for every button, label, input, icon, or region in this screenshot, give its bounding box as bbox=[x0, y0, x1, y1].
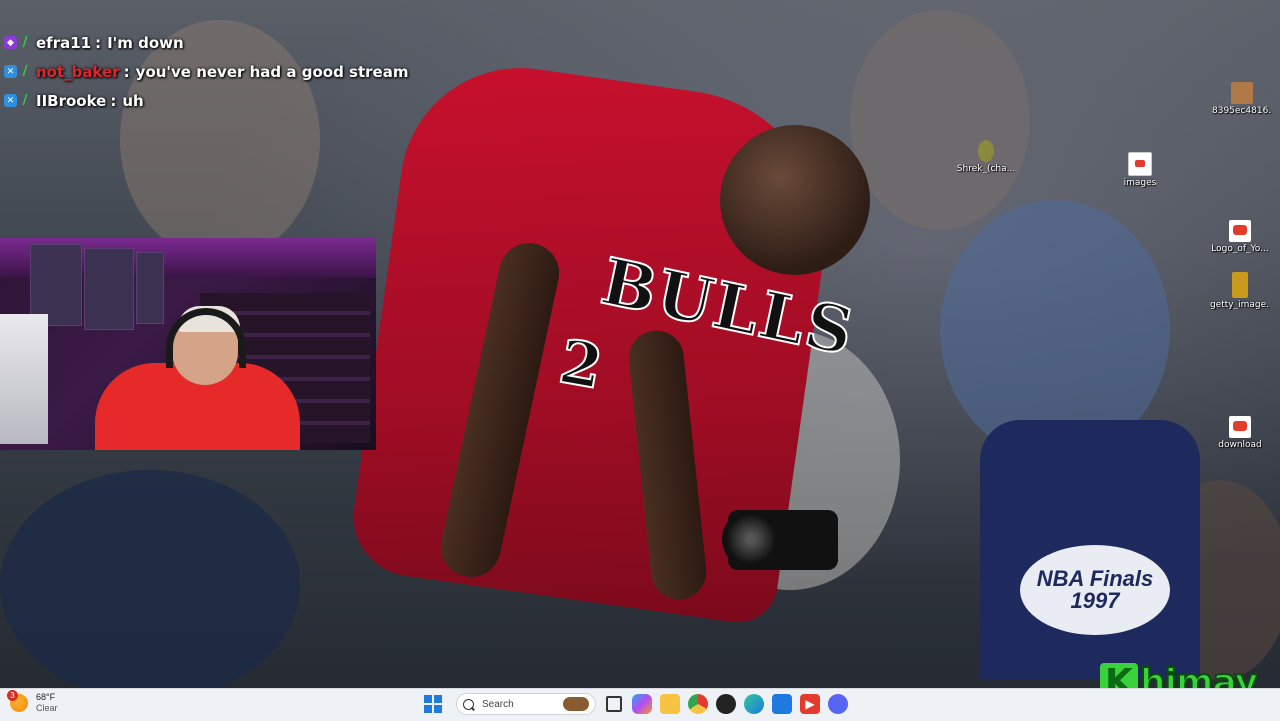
desktop-icon-label: 8395ec4816... bbox=[1212, 106, 1272, 116]
webcam-overlay bbox=[0, 238, 376, 450]
sub-badge-icon: ◆ bbox=[4, 36, 17, 49]
weather-widget[interactable]: 3 68°F Clear bbox=[7, 690, 58, 714]
pen-badge-icon: / bbox=[22, 35, 28, 50]
prime-badge-icon: ✕ bbox=[4, 94, 17, 107]
image-file-icon bbox=[1232, 272, 1248, 298]
weather-temp: 68°F bbox=[36, 692, 56, 702]
task-view-icon[interactable] bbox=[604, 694, 624, 714]
pen-badge-icon: / bbox=[22, 64, 28, 79]
youtube-file-icon bbox=[1229, 220, 1251, 242]
chat-separator: : bbox=[95, 33, 102, 52]
crowd-figure bbox=[850, 10, 1030, 230]
desktop-icon-label: getty_image... bbox=[1210, 300, 1270, 310]
desktop-icon-label: Logo_of_Yo... bbox=[1211, 244, 1269, 254]
chat-username: IIBrooke bbox=[36, 91, 107, 110]
desktop-icon-file[interactable]: images bbox=[1110, 152, 1170, 188]
webcam-lamp bbox=[0, 314, 48, 444]
copilot-icon[interactable] bbox=[632, 694, 652, 714]
chat-separator: : bbox=[110, 91, 117, 110]
pen-badge-icon: / bbox=[22, 93, 28, 108]
image-file-icon bbox=[1231, 82, 1253, 104]
chat-text: I'm down bbox=[107, 33, 184, 52]
chat-message: ◆ / efra11 : I'm down bbox=[4, 28, 408, 57]
chat-username: efra11 bbox=[36, 33, 92, 52]
image-file-icon bbox=[978, 140, 994, 162]
chat-text: uh bbox=[122, 91, 144, 110]
obs-icon[interactable] bbox=[716, 694, 736, 714]
taskbar-search-box[interactable]: Search bbox=[456, 693, 596, 715]
chrome-icon[interactable] bbox=[688, 694, 708, 714]
chat-message: ✕ / not_baker : you've never had a good … bbox=[4, 57, 408, 86]
desktop-icon-label: Shrek_(cha... bbox=[956, 164, 1016, 174]
search-icon bbox=[463, 698, 474, 710]
edge-icon[interactable] bbox=[744, 694, 764, 714]
youtube-file-icon bbox=[1128, 152, 1152, 176]
discord-icon[interactable] bbox=[828, 694, 848, 714]
taskbar: 3 68°F Clear Search ▶ bbox=[0, 688, 1280, 721]
chat-text: you've never had a good stream bbox=[135, 62, 409, 81]
desktop-icon-file[interactable]: download bbox=[1210, 416, 1270, 450]
chat-separator: : bbox=[123, 62, 130, 81]
weather-condition: Clear bbox=[36, 703, 58, 713]
taskbar-center: Search ▶ bbox=[424, 693, 848, 715]
weather-text: 68°F Clear bbox=[36, 692, 58, 714]
chat-username: not_baker bbox=[36, 62, 120, 81]
desktop-icon-label: images bbox=[1123, 178, 1157, 188]
desktop-icon-file[interactable]: getty_image... bbox=[1210, 272, 1270, 310]
desktop-icon-label: download bbox=[1218, 440, 1262, 450]
crowd-figure bbox=[0, 470, 300, 688]
search-placeholder: Search bbox=[482, 698, 514, 710]
chat-message: ✕ / IIBrooke : uh bbox=[4, 86, 408, 115]
webcam-poster bbox=[84, 248, 134, 330]
desktop-icon-file[interactable]: Logo_of_Yo... bbox=[1210, 220, 1270, 254]
youtube-icon[interactable]: ▶ bbox=[800, 694, 820, 714]
prime-badge-icon: ✕ bbox=[4, 65, 17, 78]
file-explorer-icon[interactable] bbox=[660, 694, 680, 714]
search-highlight-icon bbox=[563, 697, 589, 711]
finals-logo: NBA Finals 1997 bbox=[1020, 545, 1170, 635]
windows-start-icon[interactable] bbox=[424, 695, 442, 713]
desktop-icon-file[interactable]: 8395ec4816... bbox=[1212, 82, 1272, 116]
notification-badge: 3 bbox=[7, 690, 18, 701]
sun-icon: 3 bbox=[7, 690, 28, 712]
desktop-icon-file[interactable]: Shrek_(cha... bbox=[956, 140, 1016, 174]
webcam-poster bbox=[136, 252, 164, 324]
store-icon[interactable] bbox=[772, 694, 792, 714]
youtube-file-icon bbox=[1229, 416, 1251, 438]
chat-overlay: ◆ / efra11 : I'm down ✕ / not_baker : yo… bbox=[4, 28, 408, 115]
player-head bbox=[720, 125, 870, 275]
camera-lens bbox=[722, 510, 780, 568]
